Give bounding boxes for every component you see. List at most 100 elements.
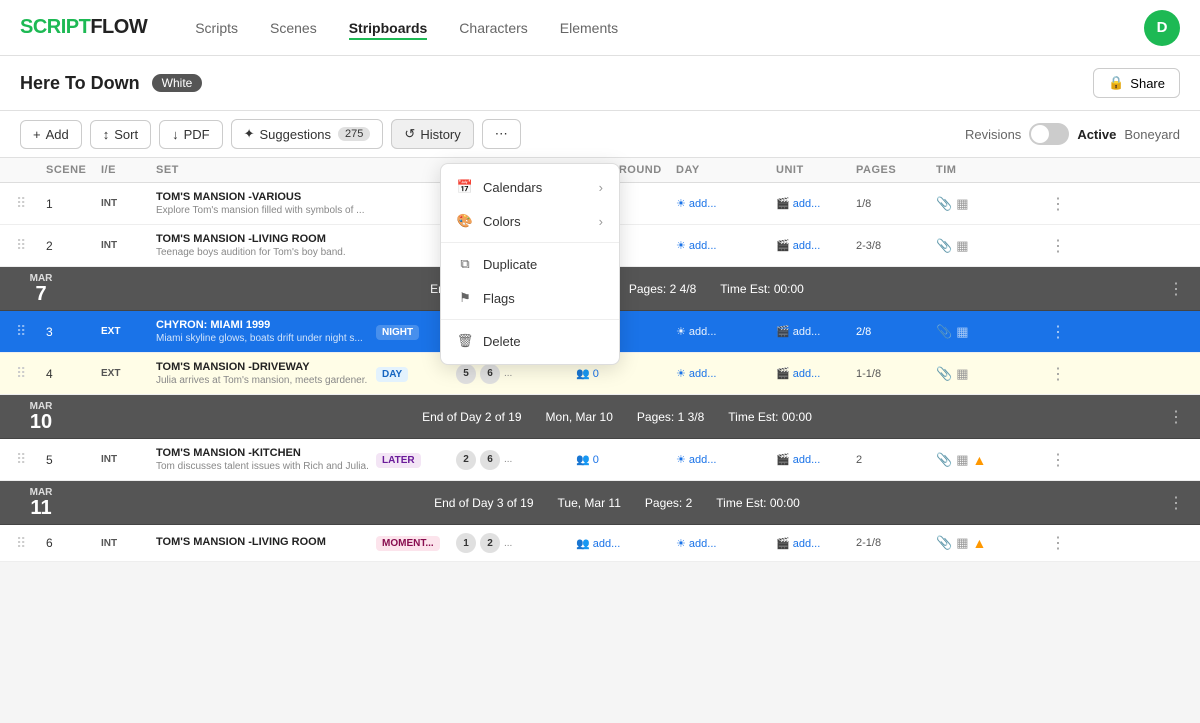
drag-handle[interactable]: ⠿ [16,195,46,212]
flags-icon: ⚑ [457,290,473,306]
storyboard-icon: ▦ [956,452,968,468]
day-pages-label: Pages: 1 3/8 [637,410,704,424]
sort-button[interactable]: ↕ Sort [90,120,151,149]
day-separator: MAR 10 End of Day 2 of 19 Mon, Mar 10 Pa… [0,395,1200,439]
clip-icon: 📎 [936,452,952,468]
drag-handle[interactable]: ⠿ [16,451,46,468]
nav-elements[interactable]: Elements [560,16,618,40]
pdf-icon: ↓ [172,127,179,142]
dropdown-duplicate-label: Duplicate [483,257,537,272]
day-add[interactable]: ☀ add... [676,537,776,550]
clip-icons: 📎 ▦ ▲ [936,535,1016,551]
nav-stripboards[interactable]: Stripboards [349,16,428,40]
history-icon: ↺ [404,126,415,142]
moment-badge: MOMENT... [376,536,440,551]
dropdown-colors[interactable]: 🎨 Colors › [441,204,619,238]
clip-icon: 📎 [936,366,952,382]
dropdown-delete[interactable]: 🗑 Delete [441,324,619,358]
row-more-button[interactable]: ⋮ [1016,322,1066,342]
day-add[interactable]: ☀ add... [676,325,776,338]
ie-badge: EXT [101,368,156,379]
history-button[interactable]: ↺ History [391,119,473,149]
warning-icon: ▲ [972,452,986,468]
nav-scripts[interactable]: Scripts [195,16,238,40]
nav-characters[interactable]: Characters [459,16,527,40]
day-time-label: Time Est: 00:00 [716,496,800,510]
bg-val[interactable]: 👥 0 [576,367,676,380]
day-add[interactable]: ☀ add... [676,239,776,252]
cast-extra: ... [504,368,512,379]
bg-add[interactable]: 👥 add... [576,537,676,550]
scene-time: LATER [376,452,456,468]
unit-add[interactable]: 🎬 add... [776,197,856,210]
row-more-button[interactable]: ⋮ [1016,364,1066,384]
day-info: End of Day 3 of 19 Tue, Mar 11 Pages: 2 … [66,487,1168,518]
day-end-label: End of Day 3 of 19 [434,496,533,510]
col-pages: Pages [856,164,936,176]
more-button[interactable]: ⋯ [482,119,521,149]
scene-title: TOM'S MANSION -VARIOUS [156,191,376,203]
pdf-button[interactable]: ↓ PDF [159,120,223,149]
toolbar: + Add ↕ Sort ↓ PDF ✦ Suggestions 275 ↺ H… [0,111,1200,158]
drag-handle[interactable]: ⠿ [16,237,46,254]
app-logo: SCRIPTFLOW [20,16,147,39]
ie-badge: INT [101,240,156,251]
day-add[interactable]: ☀ add... [676,197,776,210]
suggestions-button[interactable]: ✦ Suggestions 275 [231,119,384,149]
clip-icons: 📎 ▦ [936,366,1016,382]
dropdown-divider-2 [441,319,619,320]
unit-add[interactable]: 🎬 add... [776,239,856,252]
share-button[interactable]: 🔒 Share [1093,68,1180,98]
day-add[interactable]: ☀ add... [676,453,776,466]
dropdown-duplicate[interactable]: ⧉ Duplicate [441,247,619,281]
day-more-button[interactable]: ⋮ [1168,487,1184,518]
scene-info: TOM'S MANSION -DRIVEWAY Julia arrives at… [156,361,376,386]
drag-handle[interactable]: ⠿ [16,365,46,382]
scene-desc: Teenage boys audition for Tom's boy band… [156,247,376,258]
pages-val: 2-3/8 [856,240,936,252]
day-more-button[interactable]: ⋮ [1168,273,1184,304]
unit-add[interactable]: 🎬 add... [776,537,856,550]
scene-number: 6 [46,536,101,550]
day-date-label: Mon, Mar 10 [546,410,613,424]
day-num: 11 [30,498,51,518]
dropdown-calendars[interactable]: 📅 Calendars › [441,170,619,204]
project-title: Here To Down [20,73,140,94]
share-label: Share [1130,76,1165,91]
day-date: MAR 10 [16,401,66,432]
row-more-button[interactable]: ⋮ [1016,533,1066,553]
cast-extra: ... [504,538,512,549]
unit-add[interactable]: 🎬 add... [776,325,856,338]
day-more-button[interactable]: ⋮ [1168,401,1184,432]
unit-add[interactable]: 🎬 add... [776,453,856,466]
storyboard-icon: ▦ [956,196,968,212]
dropdown-colors-label: Colors [483,214,521,229]
nav-scenes[interactable]: Scenes [270,16,317,40]
avatar[interactable]: D [1144,10,1180,46]
scene-desc: Miami skyline glows, boats drift under n… [156,333,376,344]
dropdown-divider [441,242,619,243]
colors-icon: 🎨 [457,213,473,229]
dropdown-flags[interactable]: ⚑ Flags [441,281,619,315]
col-day: Day [676,164,776,176]
row-more-button[interactable]: ⋮ [1016,450,1066,470]
revisions-switch[interactable] [1029,123,1069,145]
scene-info: TOM'S MANSION -KITCHEN Tom discusses tal… [156,447,376,472]
day-time-label: Time Est: 00:00 [720,282,804,296]
unit-add[interactable]: 🎬 add... [776,367,856,380]
day-add[interactable]: ☀ add... [676,367,776,380]
drag-handle[interactable]: ⠿ [16,535,46,552]
scene-desc: Julia arrives at Tom's mansion, meets ga… [156,375,376,386]
night-badge: NIGHT [376,325,419,340]
ie-badge: INT [101,538,156,549]
row-more-button[interactable]: ⋮ [1016,194,1066,214]
scene-info: TOM'S MANSION -VARIOUS Explore Tom's man… [156,191,376,216]
drag-handle[interactable]: ⠿ [16,323,46,340]
clip-icon: 📎 [936,535,952,551]
row-more-button[interactable]: ⋮ [1016,236,1066,256]
add-icon: + [33,127,41,142]
bg-val[interactable]: 👥 0 [576,453,676,466]
day-time-label: Time Est: 00:00 [728,410,812,424]
revisions-label: Revisions [965,127,1021,142]
add-button[interactable]: + Add [20,120,82,149]
